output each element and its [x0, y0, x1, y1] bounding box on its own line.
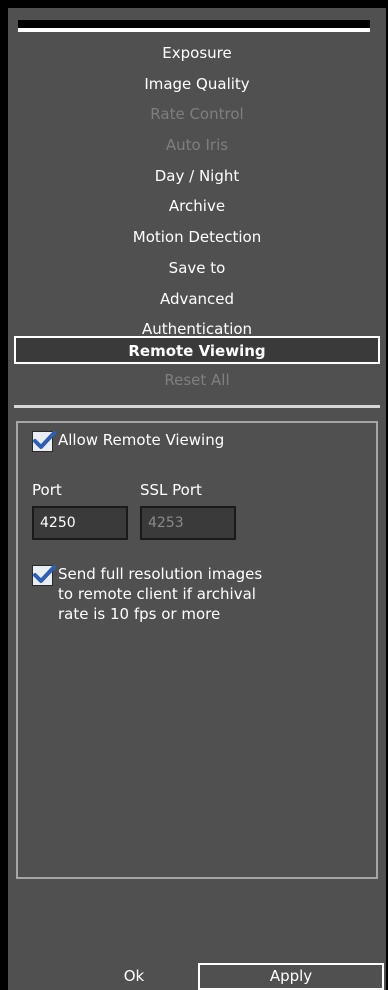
ok-button[interactable]: Ok	[70, 963, 198, 990]
apply-button[interactable]: Apply	[198, 963, 384, 990]
checkmark-icon	[33, 431, 56, 449]
checkmark-icon	[33, 565, 56, 583]
port-input[interactable]: 4250	[32, 506, 128, 540]
menu-item-save-to[interactable]: Save to	[8, 253, 386, 284]
menu-item-day-night[interactable]: Day / Night	[8, 161, 386, 192]
ssl-port-input: 4253	[140, 506, 236, 540]
allow-remote-viewing-checkbox[interactable]	[32, 431, 56, 452]
remote-viewing-settings: Allow Remote Viewing Port 4250 SSL Port …	[16, 421, 378, 879]
full-resolution-checkbox[interactable]	[32, 565, 56, 586]
full-resolution-label: Send full resolution images to remote cl…	[58, 564, 262, 624]
menu-item-advanced[interactable]: Advanced	[8, 284, 386, 315]
settings-menu: Exposure Image Quality Rate Control Auto…	[8, 38, 386, 345]
full-resolution-label-line: to remote client if archival	[58, 585, 256, 603]
ssl-port-label: SSL Port	[140, 481, 202, 499]
menu-item-motion-detection[interactable]: Motion Detection	[8, 222, 386, 253]
allow-remote-viewing-label: Allow Remote Viewing	[58, 431, 225, 449]
full-resolution-label-line: Send full resolution images	[58, 565, 263, 583]
full-resolution-label-line: rate is 10 fps or more	[58, 605, 221, 623]
reset-all-button: Reset All	[164, 371, 230, 389]
menu-item-archive[interactable]: Archive	[8, 191, 386, 222]
menu-item-rate-control: Rate Control	[150, 105, 244, 124]
menu-item-auto-iris: Auto Iris	[165, 136, 229, 155]
menu-item-image-quality[interactable]: Image Quality	[8, 69, 386, 100]
dialog-footer: Ok Apply	[8, 963, 386, 990]
title-bar	[18, 20, 370, 32]
menu-item-remote-viewing[interactable]: Remote Viewing	[14, 336, 380, 364]
port-label: Port	[32, 481, 62, 499]
settings-panel-frame: Exposure Image Quality Rate Control Auto…	[8, 8, 386, 990]
menu-item-exposure[interactable]: Exposure	[8, 38, 386, 69]
menu-divider	[14, 405, 380, 408]
